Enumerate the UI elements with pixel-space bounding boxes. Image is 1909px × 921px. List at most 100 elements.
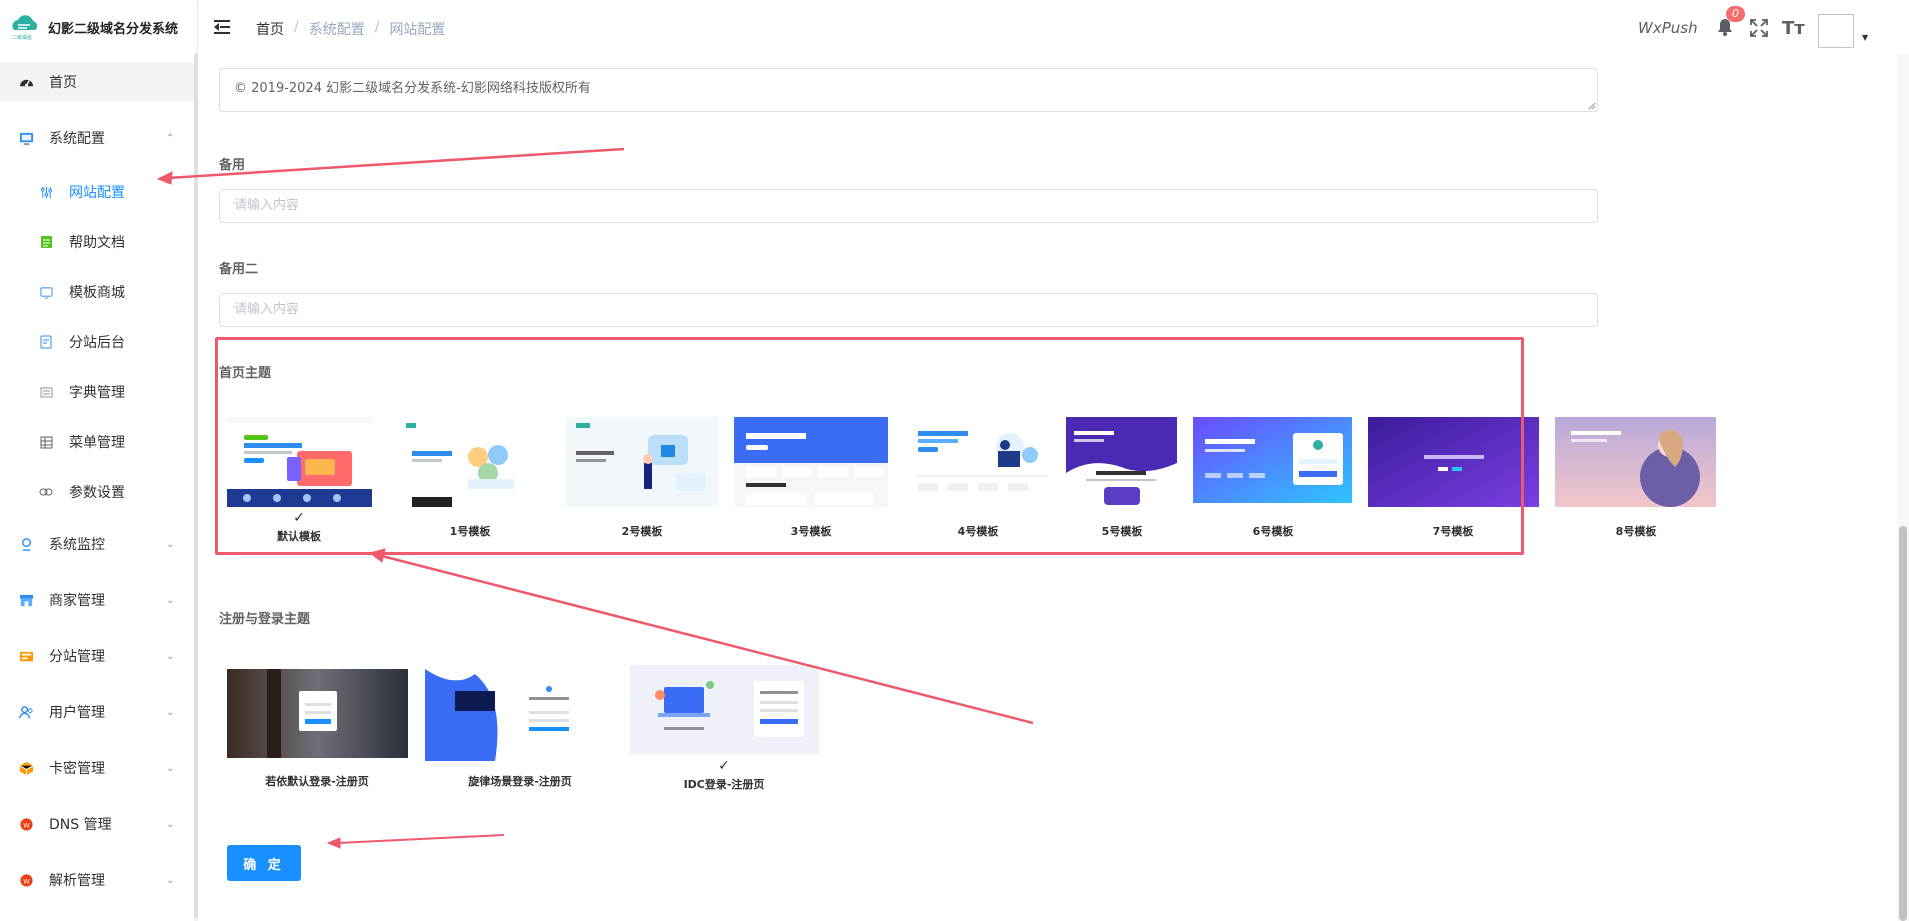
confirm-button[interactable]: 确 定 — [227, 845, 301, 881]
settings-sliders-icon — [38, 184, 54, 200]
card-key-icon — [18, 760, 34, 776]
chevron-down-icon: ⌄ — [166, 818, 175, 830]
font-size-icon[interactable]: Tт — [1782, 18, 1805, 39]
sidebar-item-system-config[interactable]: 系统配置 ⌃ — [0, 118, 194, 158]
chevron-up-icon: ⌃ — [166, 132, 175, 144]
chevron-down-icon: ⌄ — [166, 538, 175, 550]
sidebar-item-label: 用户管理 — [49, 705, 105, 721]
link-icon — [38, 484, 54, 500]
backup2-input[interactable]: 请输入内容 — [219, 293, 1598, 327]
backup-input[interactable]: 请输入内容 — [219, 189, 1598, 223]
menu-list-icon — [38, 434, 54, 450]
chevron-down-icon: ⌄ — [166, 762, 175, 774]
dictionary-icon — [38, 384, 54, 400]
chevron-down-icon: ⌄ — [166, 706, 175, 718]
sidebar-item-label: 帮助文档 — [69, 235, 125, 251]
shop-icon — [18, 592, 34, 608]
sidebar-item-label: 模板商城 — [69, 285, 125, 301]
system-config-icon — [18, 130, 34, 146]
sidebar-item-menu-manage[interactable]: 菜单管理 — [0, 422, 194, 462]
annotation-highlight-box — [215, 337, 1524, 555]
breadcrumb-separator: / — [294, 19, 299, 35]
sidebar-item-template-store[interactable]: 模板商城 — [0, 272, 194, 312]
sidebar-item-label: 菜单管理 — [69, 435, 125, 451]
doc-icon — [38, 234, 54, 250]
logo[interactable]: 二级域名 幻影二级域名分发系统 — [0, 0, 197, 54]
sidebar-item-label: 网站配置 — [69, 185, 125, 201]
user-icon — [18, 704, 34, 720]
svg-text:W: W — [23, 821, 30, 829]
breadcrumb: 首页 / 系统配置 / 网站配置 — [256, 19, 445, 39]
logo-caption: 二级域名 — [12, 35, 33, 41]
login-theme-melody-label: 旋律场景登录-注册页 — [468, 775, 572, 788]
sidebar-item-users[interactable]: 用户管理 ⌄ — [0, 692, 194, 732]
sidebar-item-home[interactable]: 首页 — [0, 62, 194, 102]
sidebar-item-label: DNS 管理 — [49, 817, 112, 833]
sidebar-item-system-monitor[interactable]: 系统监控 ⌄ — [0, 524, 194, 564]
chevron-down-icon: ⌄ — [166, 594, 175, 606]
sidebar: 二级域名 幻影二级域名分发系统 首页 系统配置 ⌃ 网站配置 帮助文档 模板商城… — [0, 0, 198, 921]
avatar[interactable] — [1818, 14, 1854, 48]
copyright-value: © 2019-2024 幻影二级域名分发系统-幻影网络科技版权所有 — [234, 81, 591, 96]
sidebar-item-label: 系统配置 — [49, 131, 105, 147]
sidebar-item-dns[interactable]: W DNS 管理 ⌄ — [0, 804, 194, 844]
sidebar-item-label: 卡密管理 — [49, 761, 105, 777]
fullscreen-icon[interactable] — [1750, 19, 1768, 37]
monitor-icon — [18, 536, 34, 552]
login-theme-ruoyi[interactable] — [227, 669, 408, 758]
sidebar-item-label: 解析管理 — [49, 873, 105, 889]
page-scroll-thumb[interactable] — [1899, 526, 1907, 921]
dns-icon: W — [18, 816, 34, 832]
login-theme-ruoyi-label: 若依默认登录-注册页 — [265, 775, 369, 788]
sidebar-item-label: 分站管理 — [49, 649, 105, 665]
caret-down-icon[interactable]: ▼ — [1862, 33, 1868, 42]
sidebar-item-label: 首页 — [49, 75, 77, 91]
app-root: 二级域名 幻影二级域名分发系统 首页 系统配置 ⌃ 网站配置 帮助文档 模板商城… — [0, 0, 1909, 921]
login-theme-melody[interactable] — [425, 669, 606, 761]
sidebar-item-merchant[interactable]: 商家管理 ⌄ — [0, 580, 194, 620]
top-navbar: 首页 / 系统配置 / 网站配置 WxPush 0 Tт ▼ — [198, 0, 1909, 54]
backup2-label: 备用二 — [219, 262, 259, 277]
sidebar-item-label: 系统监控 — [49, 537, 105, 553]
home-theme-8-label: 8号模板 — [1615, 525, 1657, 538]
breadcrumb-system-config: 系统配置 — [308, 22, 365, 38]
resolve-icon: W — [18, 872, 34, 888]
login-theme-idc-label: IDC登录-注册页 — [683, 778, 765, 791]
backup-label: 备用 — [219, 158, 246, 173]
hamburger-icon[interactable] — [214, 19, 232, 35]
copyright-textarea[interactable]: © 2019-2024 幻影二级域名分发系统-幻影网络科技版权所有 — [219, 68, 1598, 112]
dashboard-icon — [18, 74, 34, 90]
sidebar-item-label: 分站后台 — [69, 335, 125, 351]
main-content: © 2019-2024 幻影二级域名分发系统-幻影网络科技版权所有 备用 请输入… — [198, 54, 1909, 921]
sidebar-item-label: 参数设置 — [69, 485, 125, 501]
breadcrumb-home[interactable]: 首页 — [256, 19, 284, 39]
sidebar-item-website-config[interactable]: 网站配置 — [0, 172, 194, 212]
chevron-down-icon: ⌄ — [166, 650, 175, 662]
template-icon — [38, 284, 54, 300]
sidebar-item-substation[interactable]: 分站管理 ⌄ — [0, 636, 194, 676]
breadcrumb-separator: / — [374, 19, 380, 35]
backend-icon — [38, 334, 54, 350]
sidebar-item-param-settings[interactable]: 参数设置 — [0, 472, 194, 512]
sidebar-item-resolve[interactable]: W 解析管理 ⌄ — [0, 860, 194, 900]
sidebar-item-substation-backend[interactable]: 分站后台 — [0, 322, 194, 362]
chevron-down-icon: ⌄ — [166, 874, 175, 886]
login-theme-idc[interactable] — [630, 665, 819, 754]
notification-badge: 0 — [1726, 6, 1745, 22]
svg-text:W: W — [23, 877, 30, 885]
login-theme-idc-check-icon: ✓ — [718, 758, 730, 774]
sidebar-item-label: 商家管理 — [49, 593, 105, 609]
sidebar-item-dictionary[interactable]: 字典管理 — [0, 372, 194, 412]
logo-cloud-icon: 二级域名 — [8, 10, 42, 44]
page-scrollbar[interactable] — [1897, 54, 1909, 921]
app-title: 幻影二级域名分发系统 — [48, 21, 179, 37]
breadcrumb-website-config: 网站配置 — [389, 22, 446, 38]
login-theme-label: 注册与登录主题 — [219, 612, 311, 627]
substation-icon — [18, 648, 34, 664]
sidebar-item-label: 字典管理 — [69, 385, 125, 401]
wxpush-link[interactable]: WxPush — [1638, 19, 1698, 37]
sidebar-item-help-docs[interactable]: 帮助文档 — [0, 222, 194, 262]
resize-handle-icon[interactable] — [1588, 102, 1596, 110]
sidebar-item-card-key[interactable]: 卡密管理 ⌄ — [0, 748, 194, 788]
home-theme-8[interactable] — [1555, 417, 1716, 507]
